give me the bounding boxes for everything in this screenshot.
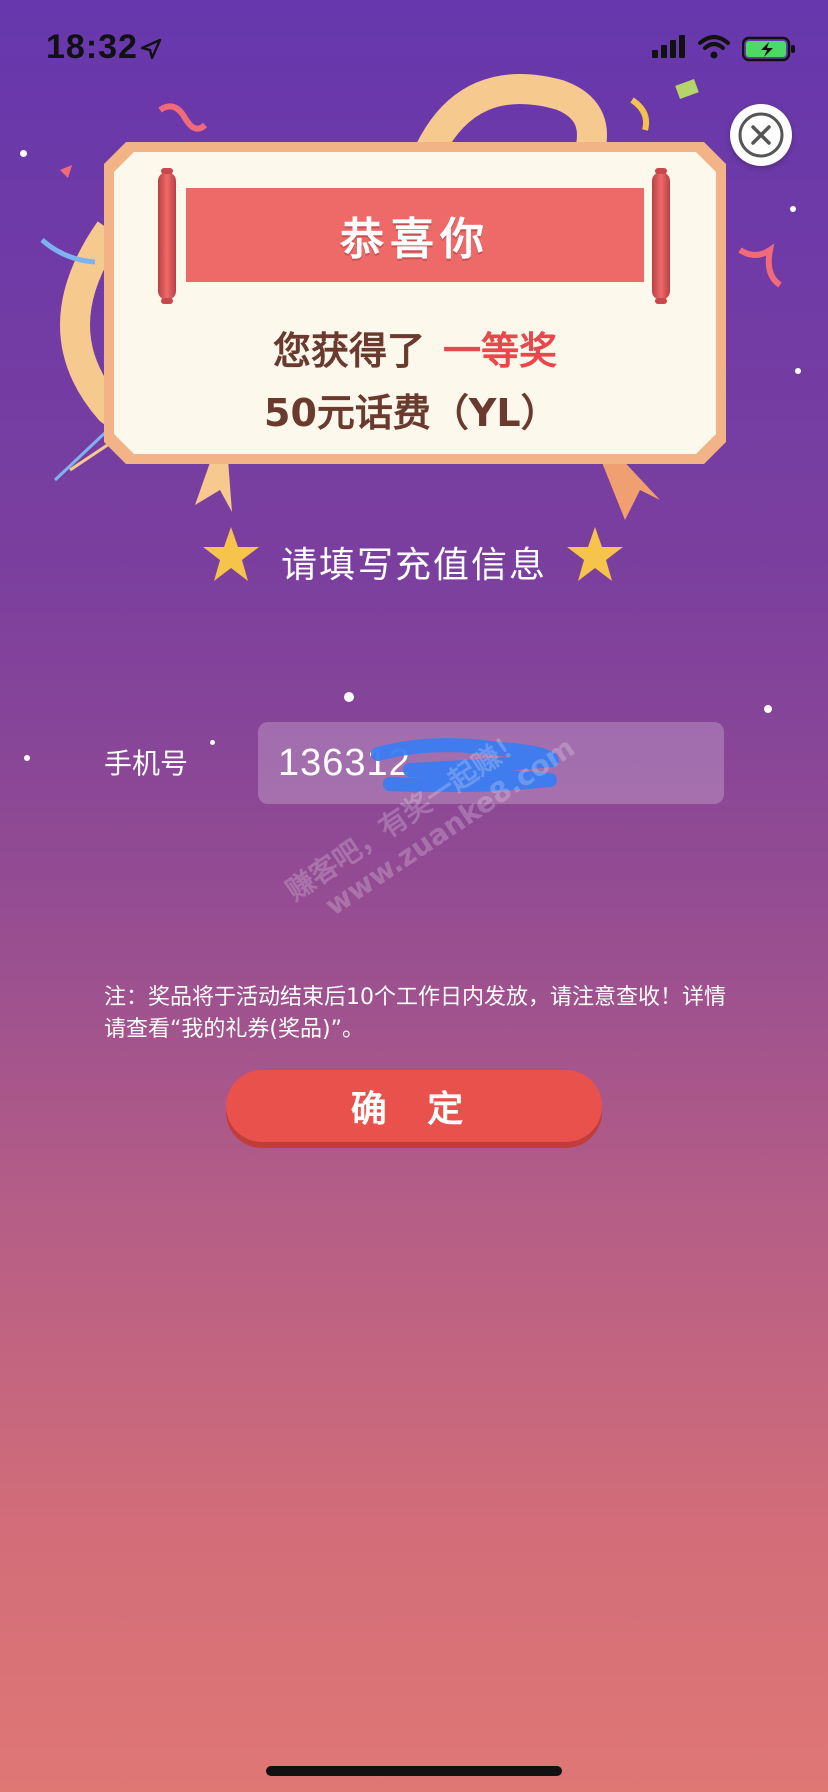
star-icon (567, 527, 623, 581)
phone-label: 手机号 (104, 747, 189, 780)
close-icon (738, 112, 784, 158)
sparkle (210, 740, 215, 745)
prize-card: 恭喜你 您获得了 一等奖 50元话费（YL） (104, 142, 726, 464)
sparkle (764, 705, 772, 713)
wifi-icon (698, 35, 730, 59)
section-title: 请填写充值信息 (280, 545, 547, 586)
sparkle (344, 692, 354, 702)
prize-name: 50元话费（YL） (264, 391, 559, 435)
prize-level: 一等奖 (443, 329, 558, 373)
battery-charging-icon (742, 36, 795, 62)
confirm-button[interactable]: 确 定 (226, 1070, 602, 1142)
sparkle (24, 755, 30, 761)
home-indicator[interactable] (266, 1766, 562, 1776)
sparkle (795, 368, 801, 374)
sparkle (790, 206, 796, 212)
prize-message: 您获得了 一等奖 (104, 320, 726, 375)
scroll-rod-right (652, 168, 670, 304)
notice-text: 注：奖品将于活动结束后10个工作日内发放，请注意查收！详情请查看“我的礼券(奖品… (104, 985, 726, 1042)
location-arrow-icon (140, 38, 162, 60)
scroll-rod-left (158, 168, 176, 304)
status-time: 18:32 (46, 28, 138, 66)
banner-title: 恭喜你 (186, 188, 644, 282)
sparkle (20, 150, 27, 157)
cellular-signal-icon (652, 35, 685, 58)
prize-prefix: 您获得了 (272, 329, 425, 373)
status-bar: 18:32 (0, 0, 828, 100)
close-button[interactable] (730, 104, 792, 166)
